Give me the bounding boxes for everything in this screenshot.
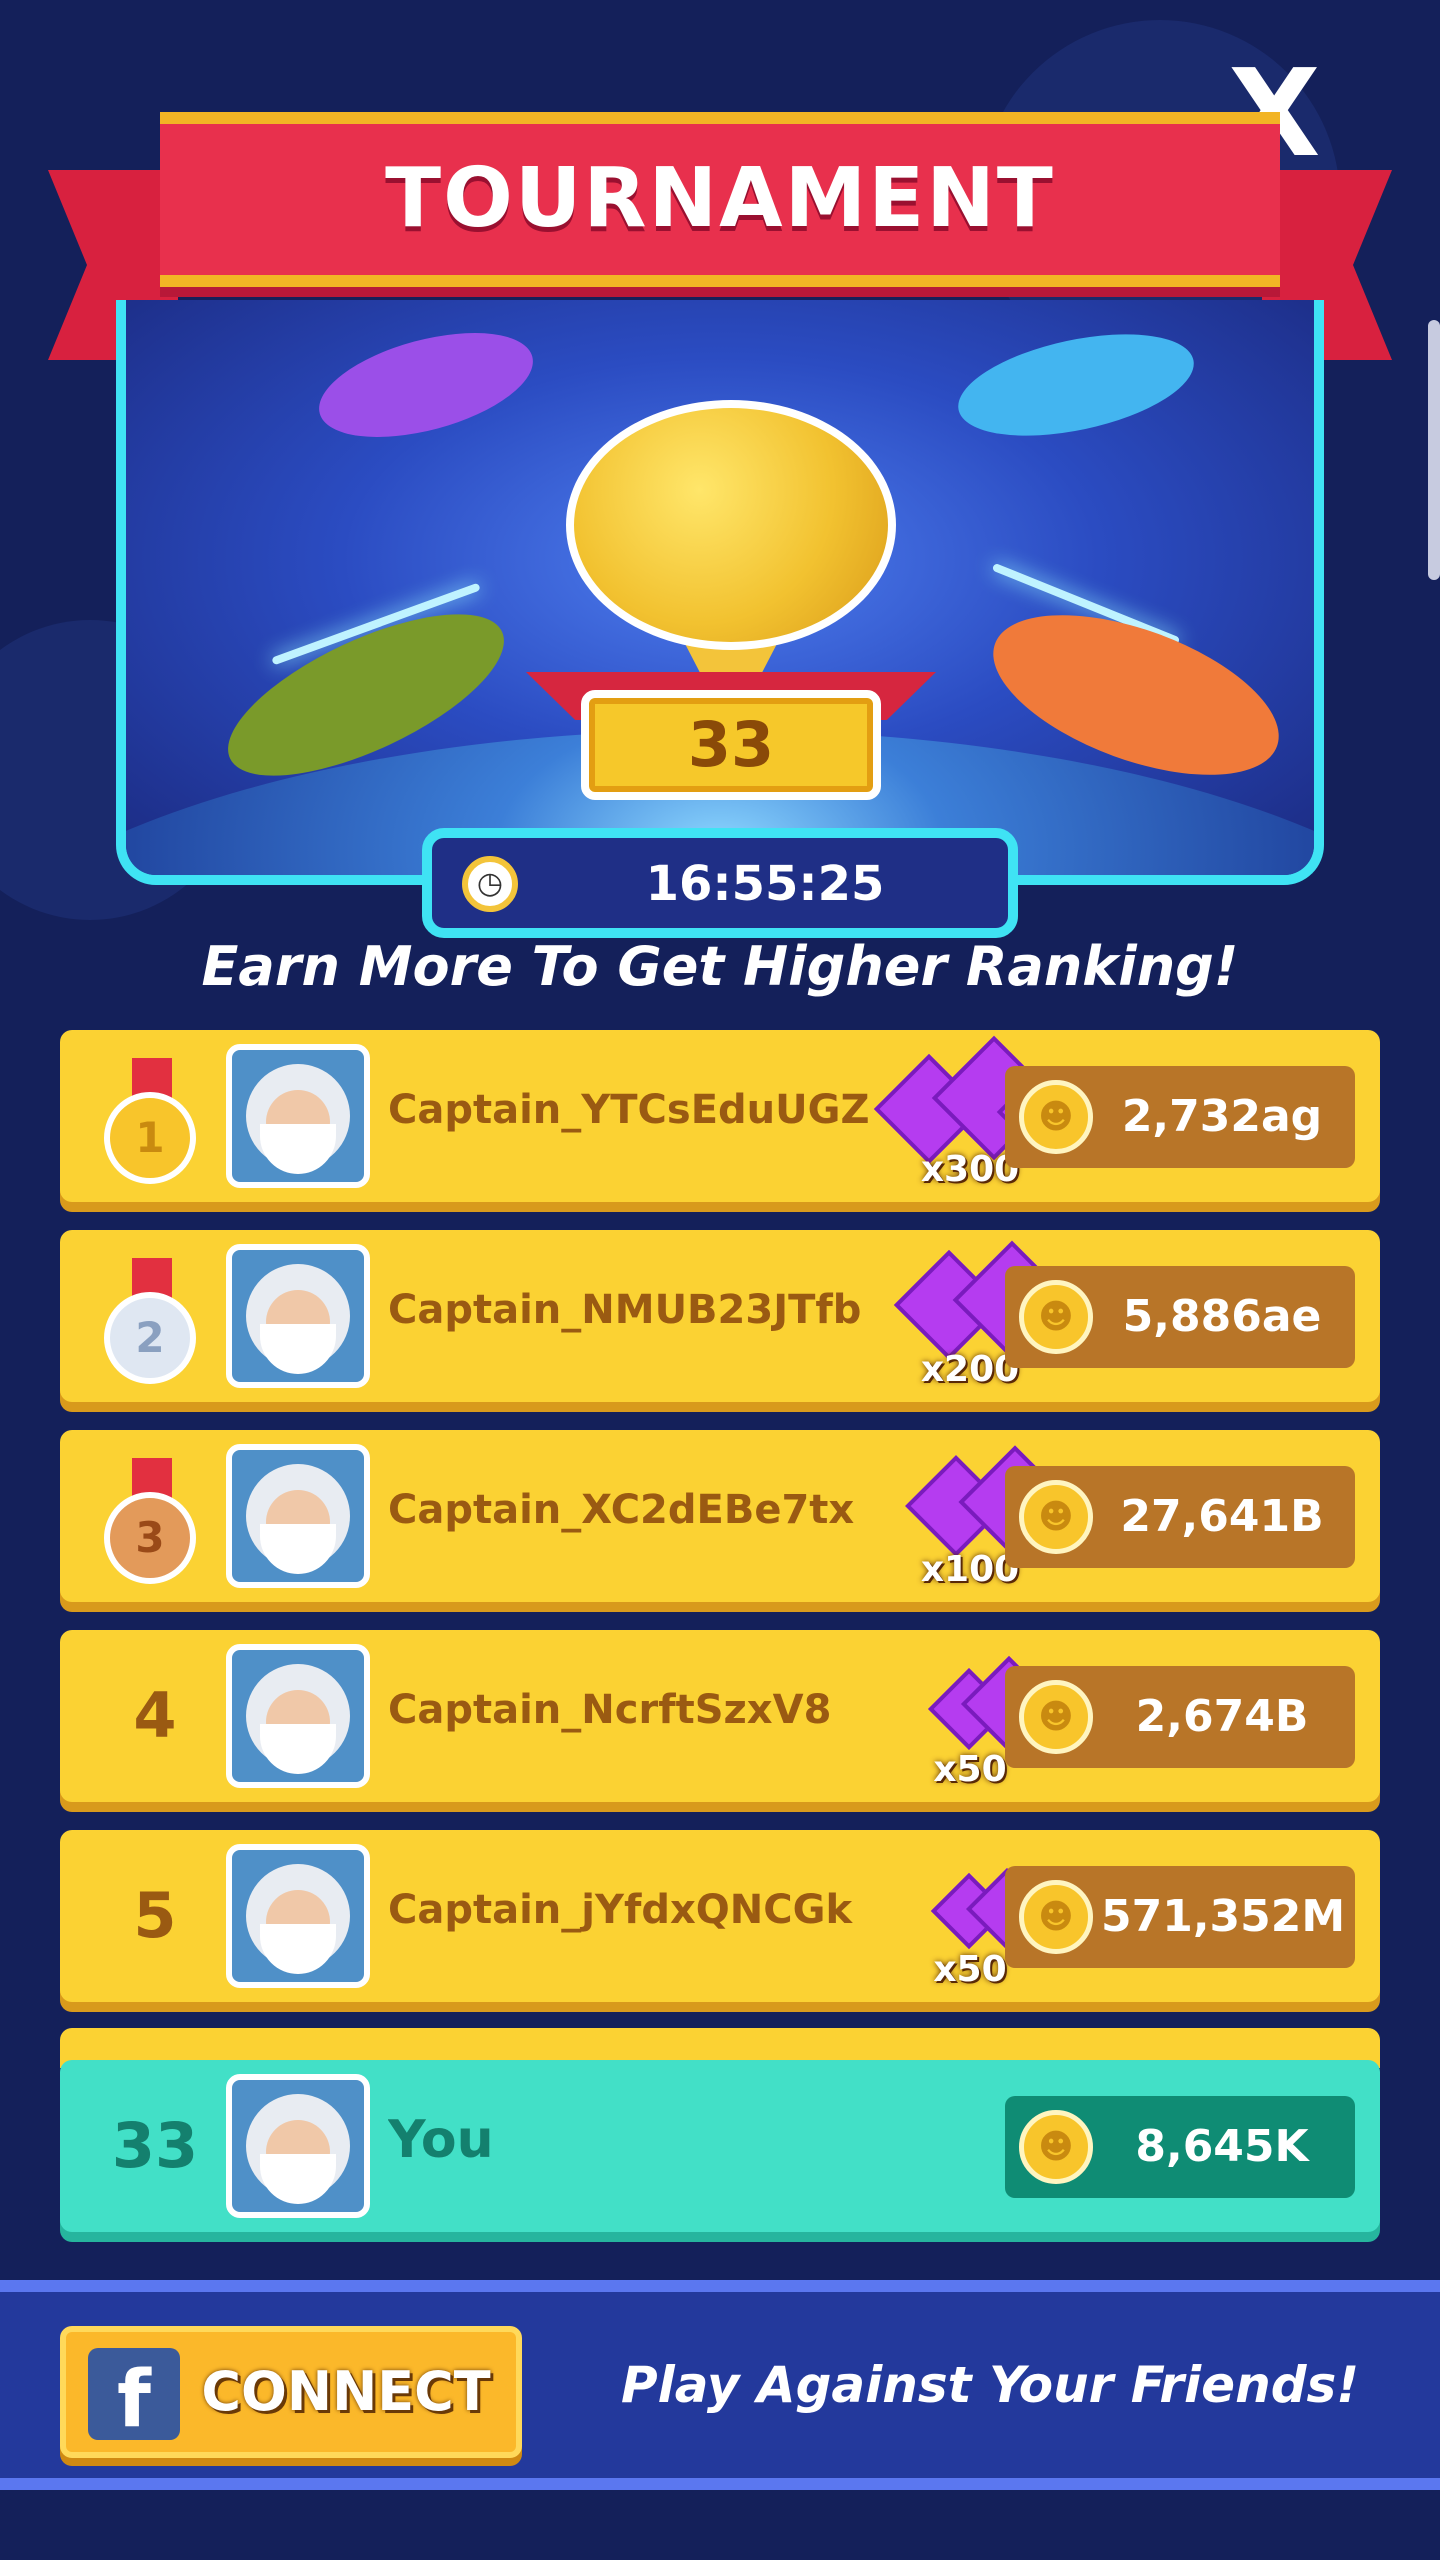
score-box: ☻ 27,641B [1005, 1466, 1355, 1568]
rank-number: 5 [133, 1879, 177, 1952]
score-value: 2,732ag [1121, 1091, 1323, 1142]
avatar [226, 1044, 370, 1188]
silver-medal-icon: 2 [102, 1258, 202, 1384]
subtitle: Earn More To Get Higher Ranking! [201, 935, 1239, 998]
score-box: ☻ 571,352M [1005, 1866, 1355, 1968]
my-rank-number: 33 [111, 2109, 199, 2182]
my-player-name: You [388, 2110, 494, 2170]
player-name: Captain_YTCsEduUGZ [388, 1087, 868, 1133]
coin-icon: ☻ [1019, 1680, 1093, 1754]
score-value: 2,674B [1135, 1691, 1309, 1742]
leaderboard-row-4[interactable]: 4 Captain_NcrftSzxV8 x50 ☻ 2,674B [60, 1630, 1380, 1802]
connect-label: CONNECT [201, 2360, 491, 2423]
coin-icon: ☻ [1019, 1080, 1093, 1154]
avatar [226, 1444, 370, 1588]
player-name: Captain_XC2dEBe7tx [388, 1487, 855, 1533]
coin-icon: ☻ [1019, 2110, 1093, 2184]
scrollbar[interactable] [1428, 320, 1440, 580]
coin-icon: ☻ [1019, 1880, 1093, 1954]
avatar [226, 1244, 370, 1388]
gold-medal-icon: 1 [102, 1058, 202, 1184]
bronze-medal-icon: 3 [102, 1458, 202, 1584]
footer-bar: f CONNECT Play Against Your Friends! [0, 2280, 1440, 2490]
my-score-value: 8,645K [1135, 2121, 1309, 2172]
coin-icon: ☻ [1019, 1480, 1093, 1554]
blue-ship-icon [949, 316, 1203, 454]
leaderboard-row-5[interactable]: 5 Captain_jYfdxQNCGk x50 ☻ 571,352M [60, 1830, 1380, 2002]
coin-icon: ☻ [1019, 1280, 1093, 1354]
clock-icon: ◷ [462, 856, 518, 912]
score-box: ☻ 5,886ae [1005, 1266, 1355, 1368]
avatar [226, 1844, 370, 1988]
leaderboard-row-1[interactable]: 1 Captain_YTCsEduUGZ x300 ☻ 2,732ag [60, 1030, 1380, 1202]
countdown-timer: ◷ 16:55:25 [422, 828, 1018, 938]
avatar [226, 2074, 370, 2218]
purple-ship-icon [308, 313, 544, 457]
score-value: 27,641B [1120, 1491, 1324, 1542]
player-name: Captain_NMUB23JTfb [388, 1287, 862, 1333]
facebook-icon: f [88, 2348, 180, 2445]
my-score-box: ☻ 8,645K [1005, 2096, 1355, 2198]
timer-value: 16:55:25 [645, 856, 885, 912]
trophy-planet-icon [566, 400, 896, 650]
leaderboard-row-2[interactable]: 2 Captain_NMUB23JTfb x200 ☻ 5,886ae [60, 1230, 1380, 1402]
footer-message: Play Against Your Friends! [620, 2356, 1360, 2414]
leaderboard-row-3[interactable]: 3 Captain_XC2dEBe7tx x100 ☻ 27,641B [60, 1430, 1380, 1602]
score-value: 5,886ae [1122, 1291, 1322, 1342]
trophy-rank-number: 33 [687, 708, 775, 781]
player-name: Captain_jYfdxQNCGk [388, 1887, 853, 1933]
facebook-connect-button[interactable]: f CONNECT [60, 2326, 522, 2458]
score-box: ☻ 2,674B [1005, 1666, 1355, 1768]
my-rank-row[interactable]: 33 You ☻ 8,645K [60, 2060, 1380, 2232]
page-title: TOURNAMENT [385, 151, 1055, 246]
trophy-rank-plaque: 33 [581, 690, 881, 800]
title-banner: TOURNAMENT [160, 112, 1280, 287]
tournament-illustration: 33 [116, 300, 1324, 885]
avatar [226, 1644, 370, 1788]
player-name: Captain_NcrftSzxV8 [388, 1687, 832, 1733]
score-box: ☻ 2,732ag [1005, 1066, 1355, 1168]
score-value: 571,352M [1101, 1891, 1346, 1942]
rank-number: 4 [133, 1679, 177, 1752]
